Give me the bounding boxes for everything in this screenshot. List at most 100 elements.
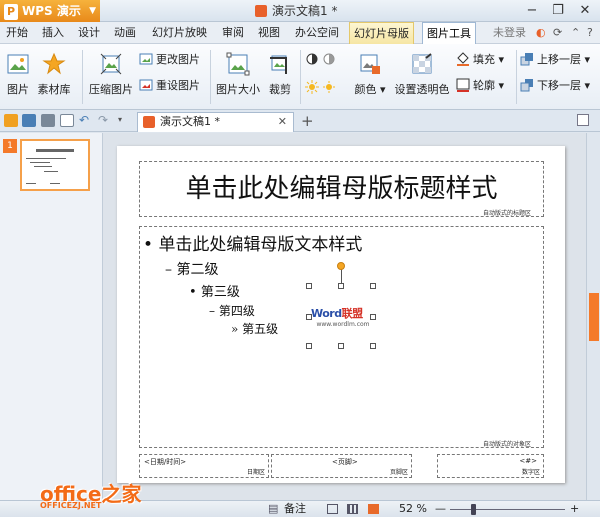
text-level-2[interactable]: – 第二级	[165, 259, 218, 279]
crop-button[interactable]: 裁剪	[266, 52, 294, 97]
contrast-buttons[interactable]	[305, 52, 339, 68]
ribbon-picture-tools: 图片 素材库 压缩图片 更改图片 重设图片 图片大小 裁剪 颜色 ▾ 设置透明色…	[0, 44, 600, 110]
reset-picture-button[interactable]: 重设图片	[139, 78, 200, 94]
compress-icon	[100, 53, 122, 75]
redo-icon[interactable]: ↷	[98, 114, 112, 127]
slide-number-placeholder[interactable]: <#> 数字区	[437, 454, 544, 478]
new-tab-button[interactable]: +	[301, 110, 314, 132]
menu-design[interactable]: 设计	[74, 22, 104, 44]
minimize-ribbon-icon[interactable]: ⌃	[571, 26, 580, 39]
logo-wordmark: Word联盟	[311, 305, 375, 321]
open-icon[interactable]	[4, 114, 18, 127]
print-preview-icon[interactable]	[60, 114, 74, 127]
chevron-down-icon: ▼	[89, 6, 96, 16]
customize-toolbar-icon[interactable]: ▾	[118, 114, 132, 127]
tab-document[interactable]: 演示文稿1 * ✕	[137, 112, 294, 132]
material-library-button[interactable]: 素材库	[36, 52, 72, 97]
undo-icon[interactable]: ↶	[79, 114, 93, 127]
menu-slide-master[interactable]: 幻灯片母版	[349, 22, 414, 44]
bring-forward-button[interactable]: 上移一层 ▾	[520, 52, 590, 68]
picture-button[interactable]: 图片	[4, 52, 32, 97]
brightness-buttons[interactable]	[305, 80, 339, 96]
text-level-5-label: 第五级	[242, 322, 279, 336]
slide-editing-canvas[interactable]: 单击此处编辑母版标题样式 自动版式的标题区 • 单击此处编辑母版文本样式 – 第…	[103, 133, 600, 500]
notes-icon[interactable]: ▤	[268, 501, 278, 517]
share-icon[interactable]: ⟳	[553, 26, 562, 39]
zoom-out-button[interactable]: —	[435, 501, 446, 517]
menu-picture-tools[interactable]: 图片工具	[422, 22, 476, 44]
login-status[interactable]: 未登录	[493, 22, 526, 44]
resize-handle-nw[interactable]	[306, 283, 312, 289]
picture-label: 图片	[7, 83, 29, 96]
zoom-slider-track[interactable]	[450, 509, 565, 510]
slideshow-icon[interactable]	[368, 504, 379, 514]
word-alliance-logo-image[interactable]: Word联盟 www.wordlm.com	[311, 305, 375, 329]
text-level-1[interactable]: • 单击此处编辑母版文本样式	[143, 230, 362, 255]
app-menu-button[interactable]: P WPS 演示 ▼	[0, 0, 100, 22]
window-layout-icon[interactable]	[577, 114, 589, 126]
send-backward-button[interactable]: 下移一层 ▾	[520, 78, 590, 94]
color-button[interactable]: 颜色 ▾	[350, 52, 390, 97]
menu-office-space[interactable]: 办公空间	[291, 22, 343, 44]
fill-button[interactable]: 填充 ▾	[456, 52, 504, 68]
ribbon-separator	[82, 50, 83, 104]
crop-label: 裁剪	[269, 83, 291, 96]
change-picture-button[interactable]: 更改图片	[139, 52, 200, 68]
zoom-slider-thumb[interactable]	[471, 504, 476, 515]
color-icon	[360, 54, 380, 74]
notes-button[interactable]: 备注	[284, 501, 306, 517]
slide-number-badge: 1	[3, 139, 17, 153]
menu-insert[interactable]: 插入	[38, 22, 68, 44]
rotation-handle[interactable]	[337, 262, 345, 270]
color-label: 颜色 ▾	[354, 83, 386, 96]
tab-document-label: 演示文稿1 *	[160, 115, 220, 128]
restore-button[interactable]: ❐	[545, 0, 571, 22]
slide-thumbnail[interactable]	[20, 139, 90, 191]
outline-pen-icon	[456, 78, 470, 92]
text-level-4[interactable]: – 第四级	[209, 302, 255, 319]
menu-view[interactable]: 视图	[254, 22, 284, 44]
resize-handle-sw[interactable]	[306, 343, 312, 349]
reset-picture-icon	[139, 79, 153, 91]
text-level-3-label: 第三级	[200, 285, 240, 300]
resize-handle-se[interactable]	[370, 343, 376, 349]
save-icon[interactable]	[22, 114, 36, 127]
zoom-in-button[interactable]: +	[570, 501, 579, 517]
footer-area-label: 页脚区	[389, 469, 408, 476]
compress-picture-button[interactable]: 压缩图片	[88, 52, 134, 97]
outline-button[interactable]: 轮廓 ▾	[456, 78, 504, 94]
slide-master[interactable]: 单击此处编辑母版标题样式 自动版式的标题区 • 单击此处编辑母版文本样式 – 第…	[117, 146, 565, 483]
picture-size-button[interactable]: 图片大小	[214, 52, 262, 97]
date-placeholder-text: <日期/时间>	[144, 458, 187, 466]
menu-animation[interactable]: 动画	[110, 22, 140, 44]
minimize-button[interactable]: −	[519, 0, 545, 22]
close-tab-icon[interactable]: ✕	[278, 113, 287, 131]
number-area-label: 数字区	[521, 469, 540, 476]
close-button[interactable]: ✕	[572, 0, 598, 22]
slide-thumbnail-panel: 1	[0, 133, 103, 500]
reset-picture-label: 重设图片	[156, 79, 200, 92]
menu-home[interactable]: 开始	[2, 22, 32, 44]
print-icon[interactable]	[41, 114, 55, 127]
text-level-5[interactable]: » 第五级	[231, 320, 278, 337]
resize-handle-s[interactable]	[338, 343, 344, 349]
date-placeholder[interactable]: <日期/时间> 日期区	[139, 454, 269, 478]
zoom-level[interactable]: 52 %	[399, 501, 427, 517]
skin-icon[interactable]: ◐	[536, 26, 546, 39]
task-pane-toggle[interactable]	[589, 293, 599, 341]
normal-view-icon[interactable]	[327, 504, 338, 514]
menu-review[interactable]: 审阅	[218, 22, 248, 44]
footer-placeholder[interactable]: <页脚> 页脚区	[271, 454, 412, 478]
picture-size-icon	[226, 52, 250, 76]
fill-label: 填充	[473, 53, 495, 66]
help-icon[interactable]: ?	[587, 26, 593, 39]
ribbon-separator	[210, 50, 211, 104]
thumbnail-title-line	[36, 149, 74, 152]
resize-handle-n[interactable]	[338, 283, 344, 289]
resize-handle-ne[interactable]	[370, 283, 376, 289]
text-level-3[interactable]: • 第三级	[189, 281, 240, 300]
set-transparent-button[interactable]: 设置透明色	[393, 52, 451, 97]
menu-slideshow[interactable]: 幻灯片放映	[148, 22, 211, 44]
slide-sorter-icon[interactable]	[347, 504, 358, 514]
brightness-increase-icon	[305, 80, 319, 94]
